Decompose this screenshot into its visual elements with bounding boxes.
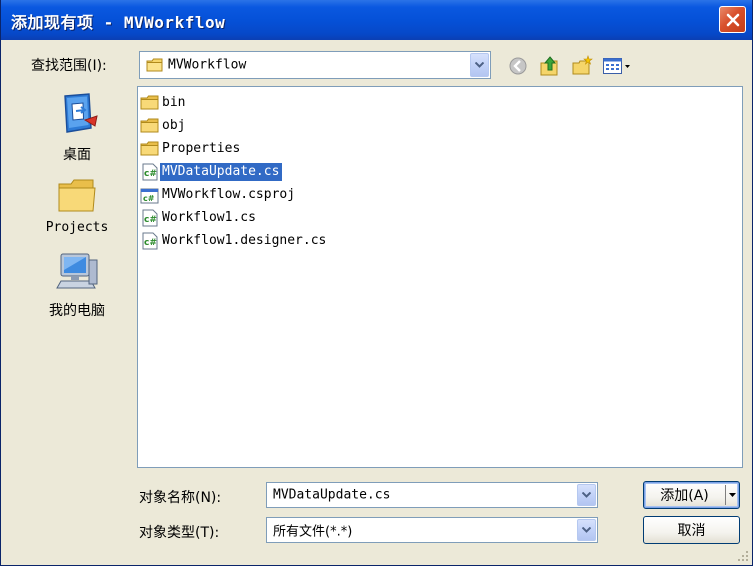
csproj-file-icon: c# xyxy=(140,188,159,204)
add-button[interactable]: 添加(A) xyxy=(643,481,740,509)
back-button[interactable] xyxy=(506,54,530,78)
folder-icon xyxy=(146,58,163,72)
add-existing-item-dialog: 添加现有项 - MVWorkflow 查找范围(I): MVWorkflow 桌… xyxy=(0,0,753,566)
chevron-down-icon xyxy=(582,492,591,498)
cancel-button[interactable]: 取消 xyxy=(643,516,740,544)
place-projects[interactable]: Projects xyxy=(23,178,131,235)
list-item[interactable]: c# Workflow1.cs xyxy=(140,208,259,228)
new-folder-button[interactable] xyxy=(570,54,594,78)
places-bar: 桌面 Projects 我的电脑 xyxy=(23,86,131,466)
file-name: obj xyxy=(162,118,186,133)
file-type-value: 所有文件(*.*) xyxy=(273,524,353,540)
chevron-down-icon xyxy=(582,527,591,533)
file-list[interactable]: bin obj Properties c# MVDataUpdate.cs c#… xyxy=(137,86,743,468)
csharp-file-icon: c# xyxy=(142,232,158,250)
view-menu-icon xyxy=(603,58,630,74)
list-item[interactable]: bin xyxy=(140,93,188,113)
close-icon xyxy=(726,13,739,26)
window-title: 添加现有项 - MVWorkflow xyxy=(11,13,226,32)
my-computer-icon xyxy=(56,253,98,289)
back-icon xyxy=(509,57,527,75)
svg-text:c#: c# xyxy=(144,169,157,179)
file-name-combo[interactable]: MVDataUpdate.cs xyxy=(266,482,598,508)
add-options-arrow[interactable] xyxy=(725,485,739,505)
list-item[interactable]: Properties xyxy=(140,139,243,159)
desktop-icon xyxy=(64,93,98,133)
chevron-down-icon xyxy=(475,62,484,68)
add-button-label: 添加(A) xyxy=(660,488,709,504)
svg-text:c#: c# xyxy=(143,194,155,203)
up-folder-button[interactable] xyxy=(538,54,562,78)
up-folder-icon xyxy=(540,56,558,76)
file-type-label: 对象类型(T): xyxy=(139,525,220,541)
file-name-value: MVDataUpdate.cs xyxy=(273,487,391,503)
csharp-file-icon: c# xyxy=(142,163,158,181)
place-my-computer[interactable]: 我的电脑 xyxy=(23,250,131,320)
file-name-dropdown-button[interactable] xyxy=(577,484,596,506)
look-in-label: 查找范围(I): xyxy=(31,58,107,74)
chevron-down-icon xyxy=(729,493,736,497)
svg-text:c#: c# xyxy=(144,238,157,248)
file-name: Workflow1.cs xyxy=(162,210,256,225)
resize-grip-icon[interactable] xyxy=(737,550,749,562)
svg-text:c#: c# xyxy=(144,215,157,225)
folder-icon xyxy=(58,179,96,212)
place-my-computer-label: 我的电脑 xyxy=(49,303,105,319)
file-name: MVWorkflow.csproj xyxy=(162,187,296,202)
file-name: MVDataUpdate.cs xyxy=(158,162,284,182)
cancel-button-label: 取消 xyxy=(677,523,706,539)
file-name-label: 对象名称(N): xyxy=(139,490,222,506)
file-name: Workflow1.designer.cs xyxy=(162,233,327,248)
place-projects-label: Projects xyxy=(45,220,109,235)
place-desktop[interactable]: 桌面 xyxy=(23,92,131,164)
file-type-dropdown-button[interactable] xyxy=(577,519,596,541)
list-item[interactable]: c# Workflow1.designer.cs xyxy=(140,231,329,251)
folder-icon xyxy=(140,141,159,156)
view-menu-button[interactable] xyxy=(600,54,634,78)
folder-icon xyxy=(140,118,159,133)
list-item[interactable]: c# MVWorkflow.csproj xyxy=(140,185,298,205)
look-in-value: MVWorkflow xyxy=(168,57,247,73)
list-item[interactable]: c# MVDataUpdate.cs xyxy=(140,162,284,182)
list-item[interactable]: obj xyxy=(140,116,188,136)
look-in-combo[interactable]: MVWorkflow xyxy=(139,51,491,79)
csharp-file-icon: c# xyxy=(142,209,158,227)
file-name: bin xyxy=(162,95,186,110)
look-in-dropdown-button[interactable] xyxy=(470,53,489,77)
file-name: Properties xyxy=(162,141,241,156)
title-bar[interactable]: 添加现有项 - MVWorkflow xyxy=(1,0,752,40)
new-folder-icon xyxy=(572,55,593,75)
close-button[interactable] xyxy=(719,6,746,33)
place-desktop-label: 桌面 xyxy=(63,147,91,163)
folder-icon xyxy=(140,95,159,110)
file-type-combo[interactable]: 所有文件(*.*) xyxy=(266,517,598,543)
